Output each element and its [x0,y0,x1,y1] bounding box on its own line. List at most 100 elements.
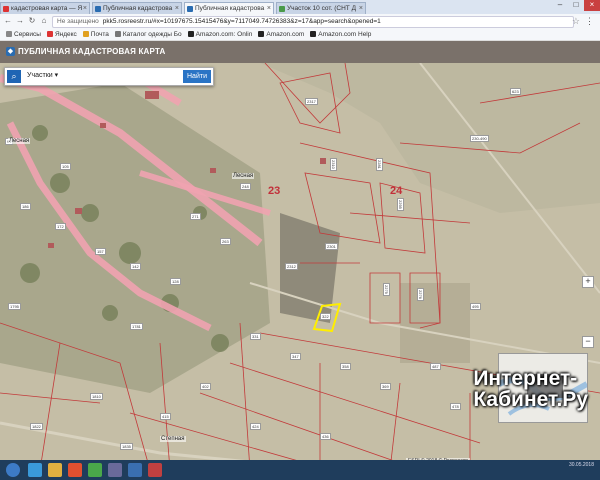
forward-icon[interactable]: → [15,16,25,26]
url-text: pkk5.rosreestr.ru/#x=10197675.15415476&y… [102,18,381,25]
opera-icon[interactable] [148,463,162,477]
parcel-label[interactable]: 369 [380,383,391,390]
parcel-label[interactable]: 1835 [120,443,133,450]
rosreestr-icon [187,6,193,12]
home-icon[interactable]: ⌂ [39,16,49,26]
bookmark-amazon-2[interactable]: Amazon.com [258,31,304,38]
security-indicator[interactable]: Не защищено [53,18,99,25]
parcel-label[interactable]: 495 [470,303,481,310]
search-input[interactable] [73,70,185,83]
parcel-label-selected[interactable]: 322 [320,313,331,320]
url-input[interactable]: Не защищено pkk5.rosreestr.ru/#x=10197675… [52,16,574,28]
browser-tab-active[interactable]: Публичная кадастрова × [184,2,274,14]
bookmark-amazon-1[interactable]: Amazon.com: Onlin [187,31,252,38]
tray-date: 30.05.2018 [568,462,594,468]
parcel-label[interactable]: 248 [240,183,251,190]
amazon-icon [310,31,317,37]
system-tray: 30.05.2018 [569,462,594,469]
parcel-label[interactable]: 2295 [397,198,404,211]
parcel-label[interactable]: 172 [55,223,66,230]
parcel-label[interactable]: 2317 [305,98,318,105]
parcel-label[interactable]: 1795 [8,303,21,310]
pkk-title: ПУБЛИЧНАЯ КАДАСТРОВАЯ КАРТА [18,47,166,56]
chrome-icon[interactable] [88,463,102,477]
watermark: Интернет- Кабинет.Ру [473,367,588,411]
maximize-icon[interactable]: □ [568,0,584,11]
browser-menu-icon[interactable]: ⋮ [585,16,594,27]
rosreestr-icon [95,6,101,12]
word-icon[interactable] [128,463,142,477]
parcel-label[interactable]: 358 [340,363,351,370]
bookmark-star-icon[interactable]: ☆ [572,16,580,27]
page-icon [114,31,121,37]
amazon-icon [258,31,265,37]
back-icon[interactable]: ← [3,16,13,26]
search-type-select[interactable]: Участки ▾ [27,71,58,79]
street-name: Степная [160,436,186,442]
parcel-label[interactable]: 128 [170,278,181,285]
bookmark-catalog[interactable]: Каталог одежды Бо [114,31,182,38]
parcel-label[interactable]: 2301 [325,243,338,250]
reload-icon[interactable]: ↻ [27,16,37,26]
parcel-label[interactable]: 1822 [30,423,43,430]
close-window-icon[interactable]: × [584,0,600,11]
bookmark-mail[interactable]: Почта [82,31,109,38]
zoom-in-button[interactable]: + [582,276,594,288]
browser-tab-bar: кадастровая карта — Я × Публичная кадастр… [0,0,600,14]
bookmark-amazon-help[interactable]: Amazon.com Help [310,31,371,38]
explorer-icon[interactable] [48,463,62,477]
parcel-label[interactable]: 436 [320,433,331,440]
minimize-icon[interactable]: – [552,0,568,11]
bookmark-yandex[interactable]: Яндекс [46,31,77,38]
parcel-label[interactable]: 186 [20,203,31,210]
search-button[interactable]: Найти [183,70,211,83]
close-tab-icon[interactable]: × [175,3,179,14]
parcel-label[interactable]: 230-490 [470,135,489,142]
amazon-icon [187,31,194,37]
close-tab-icon[interactable]: × [359,3,363,14]
parcel-label[interactable]: 347 [290,353,301,360]
yandex-icon [46,31,53,37]
search-panel: ⌕ Участки ▾ Найти [4,67,214,86]
browser-tab[interactable]: кадастровая карта — Я × [0,2,90,14]
parcel-label[interactable]: 424 [250,423,261,430]
parcel-label[interactable]: 331 [250,333,261,340]
yandex-icon [3,6,9,12]
parcel-label[interactable]: 478 [450,403,461,410]
mail-icon [82,31,89,37]
close-tab-icon[interactable]: × [267,3,271,14]
quarter-number: 24 [390,185,403,197]
zoom-out-button[interactable]: − [582,336,594,348]
close-tab-icon[interactable]: × [83,3,87,14]
parcel-label[interactable]: 2312 [285,263,298,270]
parcel-label[interactable]: 105 [60,163,71,170]
search-icon[interactable]: ⌕ [7,70,21,83]
parcel-label[interactable]: 1810 [90,393,103,400]
parcel-label[interactable]: 1781 [130,323,143,330]
ie-icon[interactable] [28,463,42,477]
browser-tab[interactable]: Публичная кадастрова × [92,2,182,14]
bookmark-services[interactable]: Сервисы [6,31,41,38]
parcel-label[interactable]: 142 [130,263,141,270]
parcel-label[interactable]: 487 [430,363,441,370]
parcel-label[interactable]: 157 [95,248,106,255]
street-name: Лесная [232,173,255,179]
parcel-label[interactable]: 415 [160,413,171,420]
avito-icon [279,6,285,12]
taskbar: 30.05.2018 [0,460,600,480]
parcel-label[interactable]: 2279 [383,283,390,296]
parcel-label[interactable]: 2310 [330,158,337,171]
parcel-label[interactable]: 2281 [376,158,383,171]
quarter-number: 23 [268,185,281,197]
parcel-label[interactable]: 263 [220,238,231,245]
bookmarks-bar: Сервисы Яндекс Почта Каталог одежды Бо A… [0,28,600,41]
browser-tab[interactable]: Участок 10 сот. (СНТ Д × [276,2,366,14]
parcel-label[interactable]: 402 [200,383,211,390]
apps-icon [6,31,12,37]
parcel-label[interactable]: 2276 [417,288,424,301]
app-icon[interactable] [108,463,122,477]
parcel-label[interactable]: 271 [190,213,201,220]
start-button-icon[interactable] [6,463,20,477]
parcel-label[interactable]: 623 [510,88,521,95]
media-player-icon[interactable] [68,463,82,477]
